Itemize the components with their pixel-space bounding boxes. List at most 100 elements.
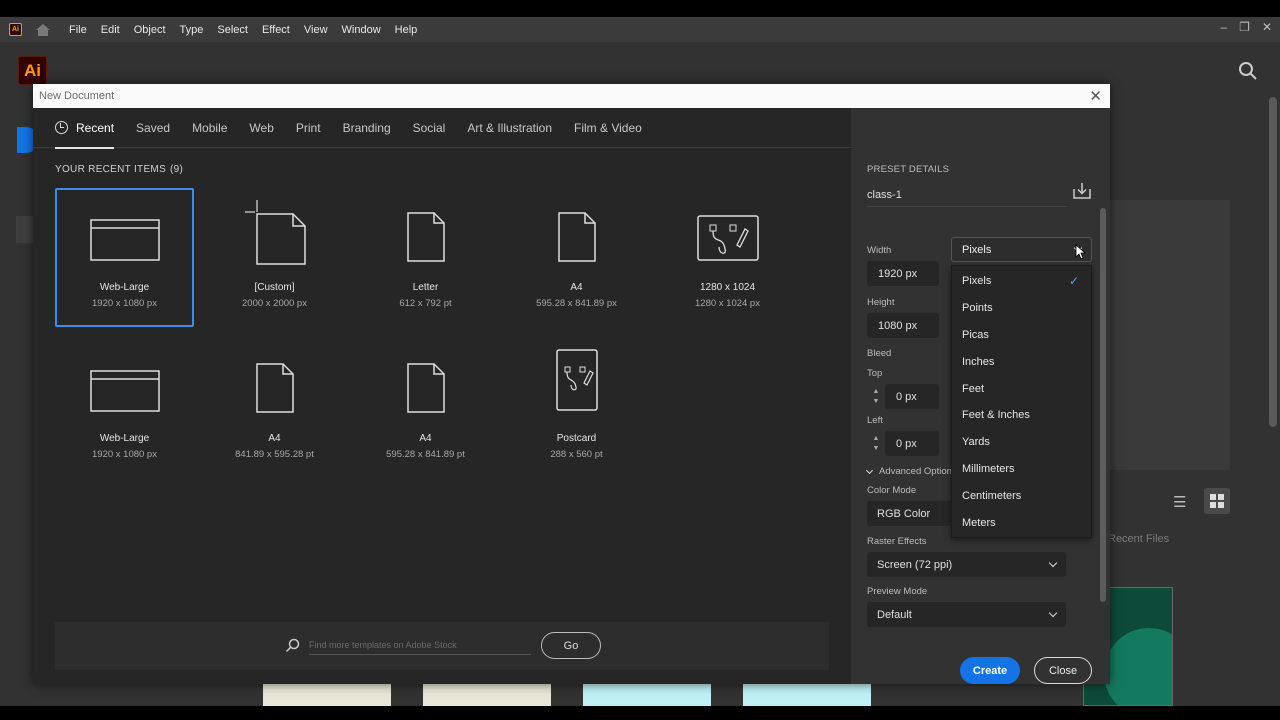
dialog-close-icon[interactable]: ✕ bbox=[1089, 87, 1102, 105]
recent-item[interactable]: 1280 x 1024 1280 x 1024 px bbox=[658, 188, 797, 327]
recent-item-size: 595.28 x 841.89 pt bbox=[386, 449, 465, 460]
recent-item[interactable]: A4 841.89 x 595.28 pt bbox=[205, 339, 344, 478]
units-option-label: Millimeters bbox=[962, 462, 1015, 475]
units-option[interactable]: Inches bbox=[952, 348, 1091, 375]
menu-view[interactable]: View bbox=[297, 24, 335, 36]
bleed-left-stepper[interactable]: ▲ ▼ bbox=[867, 431, 885, 456]
tab-saved[interactable]: Saved bbox=[136, 108, 170, 148]
recent-item[interactable]: Letter 612 x 792 pt bbox=[356, 188, 495, 327]
recent-item[interactable]: Web-Large 1920 x 1080 px bbox=[55, 339, 194, 478]
recent-file-thumbnail[interactable] bbox=[263, 683, 391, 706]
tab-mobile[interactable]: Mobile bbox=[192, 108, 227, 148]
tab-label: Saved bbox=[136, 120, 171, 135]
recent-file-thumbnail[interactable] bbox=[743, 683, 871, 706]
recent-item-size: 1280 x 1024 px bbox=[695, 298, 760, 309]
height-field[interactable]: 1080 px bbox=[867, 313, 939, 338]
details-scrollbar[interactable] bbox=[1100, 208, 1106, 602]
advanced-options-label: Advanced Options bbox=[879, 466, 957, 477]
tab-web[interactable]: Web bbox=[249, 108, 273, 148]
recent-file-thumbnail[interactable] bbox=[583, 683, 711, 706]
go-button[interactable]: Go bbox=[541, 632, 601, 659]
recent-item-name: 1280 x 1024 bbox=[699, 282, 756, 293]
tab-film-video[interactable]: Film & Video bbox=[574, 108, 642, 148]
dialog-title: New Document bbox=[39, 90, 115, 102]
dialog-title-bar: New Document ✕ bbox=[33, 84, 1110, 108]
close-window-icon[interactable]: ✕ bbox=[1262, 20, 1272, 34]
raster-effects-value: Screen (72 ppi) bbox=[877, 558, 953, 571]
recent-item[interactable]: [Custom] 2000 x 2000 px bbox=[205, 188, 344, 327]
recent-item[interactable]: A4 595.28 x 841.89 px bbox=[507, 188, 646, 327]
bleed-top-stepper[interactable]: ▲ ▼ bbox=[867, 384, 885, 409]
menu-select[interactable]: Select bbox=[210, 24, 255, 36]
recent-item-size: 2000 x 2000 px bbox=[242, 298, 307, 309]
width-label: Width bbox=[867, 245, 892, 256]
save-preset-icon[interactable] bbox=[1073, 182, 1091, 200]
menu-edit[interactable]: Edit bbox=[94, 24, 127, 36]
units-option-label: Meters bbox=[962, 516, 996, 529]
menu-object[interactable]: Object bbox=[127, 24, 173, 36]
bleed-left-field[interactable]: 0 px bbox=[885, 431, 939, 456]
units-dropdown-menu: Pixels ✓ Points Picas Inches Feet Feet & Inche… bbox=[951, 265, 1092, 538]
menu-file[interactable]: File bbox=[62, 24, 94, 36]
grid-view-icon[interactable] bbox=[1204, 488, 1230, 514]
preview-mode-value: Default bbox=[877, 608, 912, 621]
recent-item-size: 1920 x 1080 px bbox=[92, 298, 157, 309]
minimize-icon[interactable]: – bbox=[1220, 20, 1227, 34]
recent-items-count: (9) bbox=[170, 164, 184, 175]
units-select[interactable]: Pixels bbox=[951, 237, 1092, 262]
preset-details-title: PRESET DETAILS bbox=[867, 164, 950, 175]
tab-label: Print bbox=[295, 120, 321, 135]
raster-effects-select[interactable]: Screen (72 ppi) bbox=[867, 552, 1066, 577]
template-search-input[interactable] bbox=[309, 635, 531, 655]
search-icon[interactable] bbox=[1238, 61, 1258, 81]
menu-effect[interactable]: Effect bbox=[255, 24, 297, 36]
list-view-icon[interactable]: ☰ bbox=[1173, 493, 1191, 511]
units-option[interactable]: Feet & Inches bbox=[952, 402, 1091, 429]
width-field[interactable]: 1920 px bbox=[867, 261, 939, 286]
home-icon[interactable] bbox=[34, 23, 52, 37]
units-option[interactable]: Yards bbox=[952, 429, 1091, 456]
recent-file-thumbnail[interactable] bbox=[423, 683, 551, 706]
recent-item-size: 288 x 560 pt bbox=[550, 449, 603, 460]
restore-icon[interactable]: ❐ bbox=[1239, 20, 1250, 34]
units-option[interactable]: Meters bbox=[952, 509, 1091, 536]
illustrator-logo: Ai bbox=[18, 56, 47, 85]
units-option[interactable]: Points bbox=[952, 295, 1091, 322]
advanced-options-toggle[interactable]: Advanced Options bbox=[865, 466, 957, 477]
recent-item[interactable]: Postcard 288 x 560 pt bbox=[507, 339, 646, 478]
units-option-label: Points bbox=[962, 302, 993, 315]
page-scrollbar[interactable] bbox=[1269, 97, 1277, 427]
bleed-top-field[interactable]: 0 px bbox=[885, 384, 939, 409]
new-document-dialog: New Document ✕ Recent Saved Mobile Web Print… bbox=[33, 84, 1110, 684]
units-option[interactable]: Feet bbox=[952, 375, 1091, 402]
create-button[interactable]: Create bbox=[960, 657, 1020, 684]
units-option-label: Feet bbox=[962, 382, 985, 395]
height-label: Height bbox=[867, 297, 895, 308]
recent-item-name: Letter bbox=[412, 282, 439, 293]
bleed-top-label: Top bbox=[867, 368, 883, 379]
tab-recent[interactable]: Recent bbox=[55, 108, 115, 149]
tab-social[interactable]: Social bbox=[413, 108, 446, 148]
units-option[interactable]: Picas bbox=[952, 322, 1091, 349]
units-option[interactable]: Centimeters bbox=[952, 482, 1091, 509]
menu-type[interactable]: Type bbox=[173, 24, 211, 36]
tab-print[interactable]: Print bbox=[296, 108, 321, 148]
preview-mode-select[interactable]: Default bbox=[867, 602, 1066, 627]
close-button[interactable]: Close bbox=[1034, 657, 1092, 684]
recent-item[interactable]: Web-Large 1920 x 1080 px bbox=[55, 188, 194, 327]
window-controls: – ❐ ✕ bbox=[1220, 20, 1272, 34]
recent-item-name: Postcard bbox=[556, 433, 597, 444]
units-option-label: Feet & Inches bbox=[962, 409, 1030, 422]
preset-name-field[interactable]: class-1 bbox=[867, 183, 1067, 207]
tab-art-illustration[interactable]: Art & Illustration bbox=[467, 108, 552, 148]
recent-item[interactable]: A4 595.28 x 841.89 pt bbox=[356, 339, 495, 478]
tab-branding[interactable]: Branding bbox=[343, 108, 391, 148]
menu-window[interactable]: Window bbox=[335, 24, 388, 36]
tab-label: Film & Video bbox=[574, 120, 642, 135]
menu-list: File Edit Object Type Select Effect View Window… bbox=[62, 24, 424, 36]
units-option[interactable]: Millimeters bbox=[952, 456, 1091, 483]
home-nav-button[interactable] bbox=[16, 216, 34, 243]
units-option-label: Pixels bbox=[962, 275, 992, 288]
menu-help[interactable]: Help bbox=[388, 24, 425, 36]
units-option[interactable]: Pixels ✓ bbox=[952, 268, 1091, 295]
